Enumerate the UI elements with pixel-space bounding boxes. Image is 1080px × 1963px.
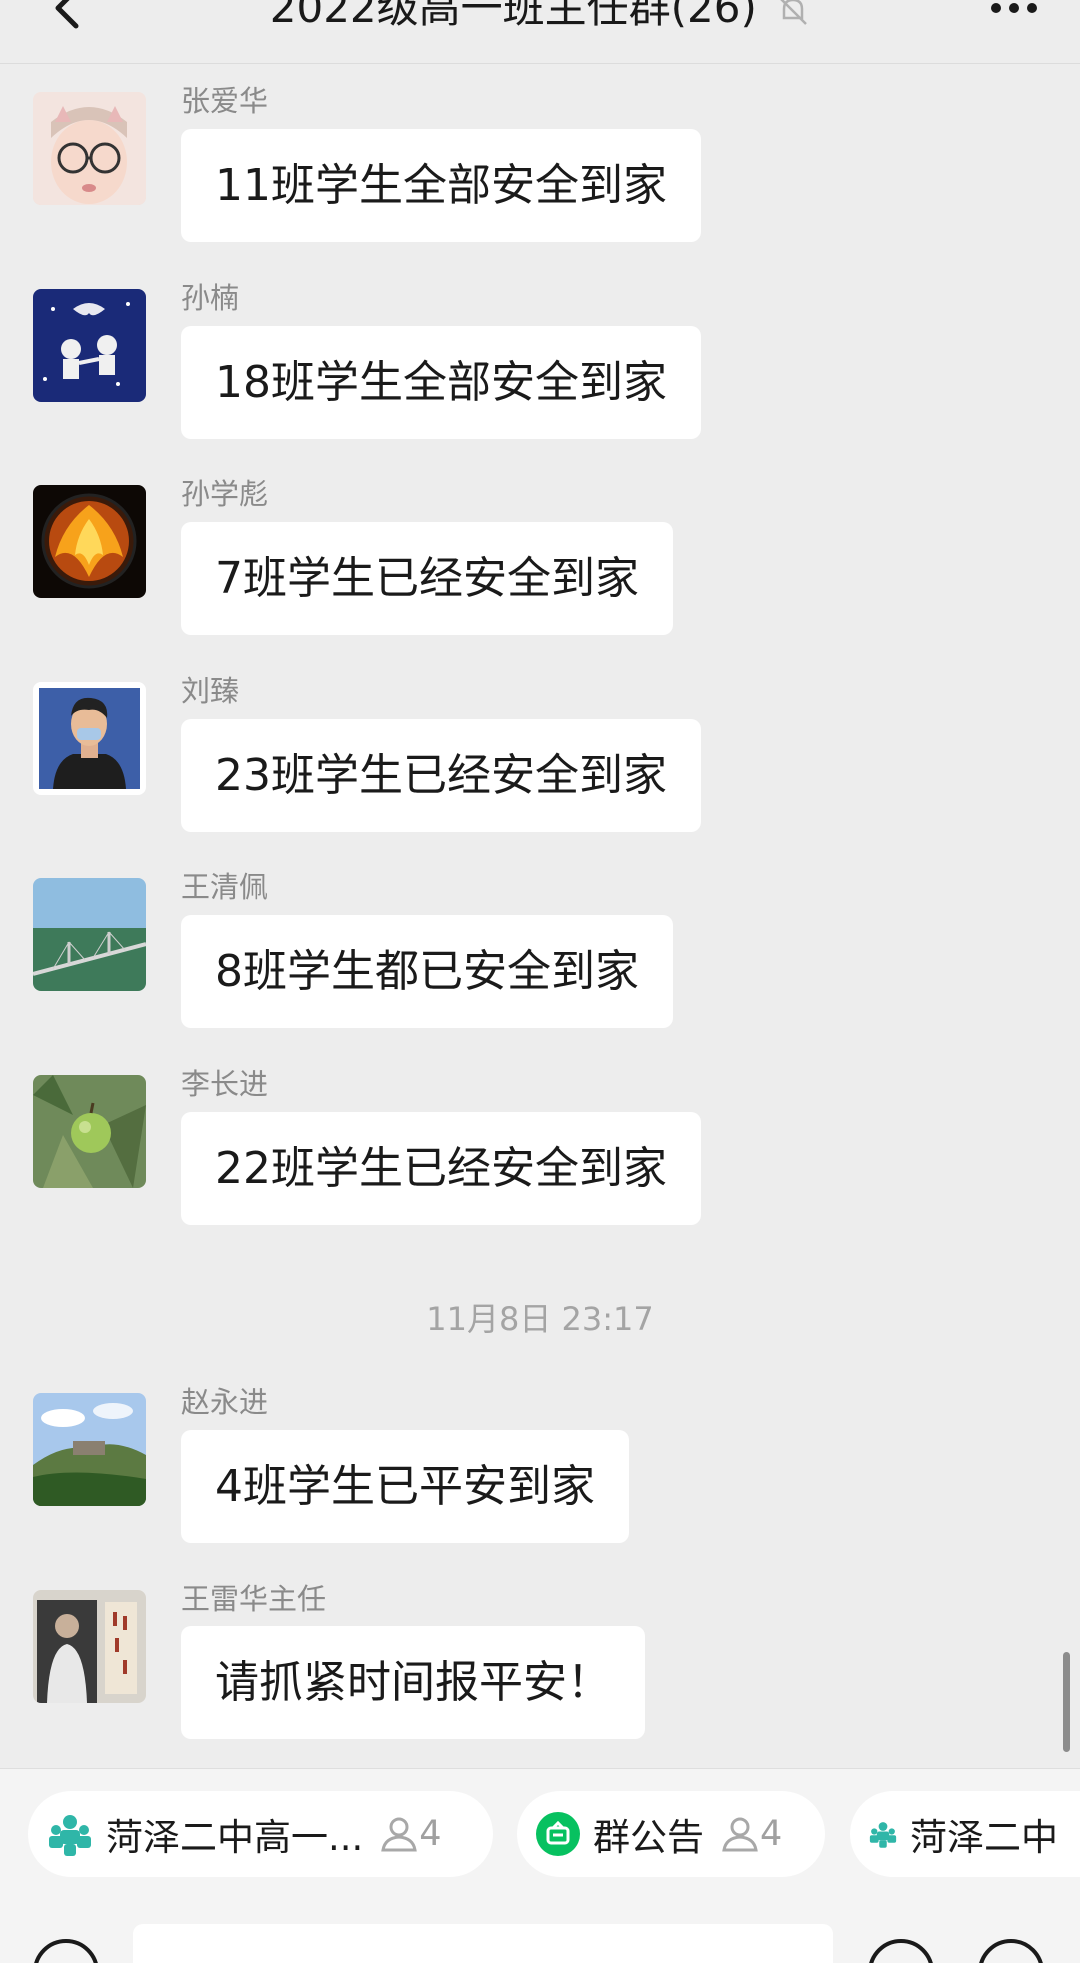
shortcut-label: 群公告 xyxy=(593,1816,704,1859)
avatar[interactable] xyxy=(33,682,146,795)
sender-name: 李长进 xyxy=(181,1067,269,1101)
avatar[interactable] xyxy=(33,1590,146,1703)
message-bubble[interactable]: 请抓紧时间报平安！ xyxy=(181,1626,645,1739)
chat-header: 2022级高一班主任群(26) xyxy=(0,0,1080,64)
sender-name: 孙楠 xyxy=(181,281,240,315)
mountain-landscape-icon xyxy=(33,1393,146,1506)
message-input[interactable] xyxy=(133,1924,833,1963)
baby-photo-icon xyxy=(33,92,146,205)
cartoon-astronauts-icon xyxy=(33,289,146,402)
shortcut-chip-announcement[interactable]: 群公告 4 xyxy=(517,1791,825,1877)
green-apple-icon xyxy=(33,1075,146,1188)
chat-title-container: 2022级高一班主任群(26) xyxy=(0,0,1080,38)
shortcut-count-value: 4 xyxy=(760,1814,783,1854)
add-button[interactable] xyxy=(978,1939,1044,1963)
shortcut-label: 菏泽二中高一... xyxy=(106,1816,364,1859)
sender-name: 张爱华 xyxy=(181,84,269,118)
more-dots-icon[interactable] xyxy=(984,0,1044,20)
shortcut-count: 4 xyxy=(379,1814,442,1854)
shortcut-count-value: 4 xyxy=(419,1814,442,1854)
message-bubble[interactable]: 22班学生已经安全到家 xyxy=(181,1112,701,1225)
message-bubble[interactable]: 23班学生已经安全到家 xyxy=(181,719,701,832)
shortcut-count: 4 xyxy=(720,1814,782,1854)
shortcut-chip-group[interactable]: 菏泽二中高一... 4 xyxy=(28,1791,493,1877)
person-icon xyxy=(381,1817,418,1852)
message-bubble[interactable]: 8班学生都已安全到家 xyxy=(181,915,673,1028)
person-icon xyxy=(722,1817,758,1852)
message-bubble[interactable]: 11班学生全部安全到家 xyxy=(181,129,701,242)
avatar[interactable] xyxy=(33,1075,146,1188)
avatar[interactable] xyxy=(33,878,146,991)
voice-button[interactable] xyxy=(33,1939,99,1963)
sender-name: 赵永进 xyxy=(181,1385,269,1419)
message-timestamp: 11月8日 23:17 xyxy=(426,1300,654,1338)
scrollbar[interactable] xyxy=(1063,1652,1070,1752)
message-bubble[interactable]: 18班学生全部安全到家 xyxy=(181,326,701,439)
group-icon xyxy=(869,1822,897,1848)
emoji-button[interactable] xyxy=(868,1939,934,1963)
bridge-over-sea-icon xyxy=(33,878,146,991)
chat-title: 2022级高一班主任群(26) xyxy=(269,0,757,32)
portrait-photo-icon xyxy=(33,1590,146,1703)
bottom-bar: 菏泽二中高一... 4 群公告 4 菏泽二中 xyxy=(0,1768,1080,1963)
sender-name: 孙学彪 xyxy=(181,477,269,511)
sender-name: 刘臻 xyxy=(181,674,240,708)
cartoon-man-icon xyxy=(33,682,146,795)
group-icon xyxy=(49,1815,91,1856)
avatar[interactable] xyxy=(33,92,146,205)
sender-name: 王清佩 xyxy=(181,870,269,904)
shortcut-label: 菏泽二中 xyxy=(910,1816,1058,1859)
message-bubble[interactable]: 4班学生已平安到家 xyxy=(181,1430,629,1543)
avatar[interactable] xyxy=(33,1393,146,1506)
announcement-icon xyxy=(536,1812,580,1856)
bell-off-icon xyxy=(780,0,808,25)
shortcut-chip-group-2[interactable]: 菏泽二中 xyxy=(850,1791,1080,1877)
phoenix-emblem-icon xyxy=(33,485,146,598)
message-bubble[interactable]: 7班学生已经安全到家 xyxy=(181,522,673,635)
sender-name: 王雷华主任 xyxy=(181,1582,327,1616)
avatar[interactable] xyxy=(33,289,146,402)
avatar[interactable] xyxy=(33,485,146,598)
